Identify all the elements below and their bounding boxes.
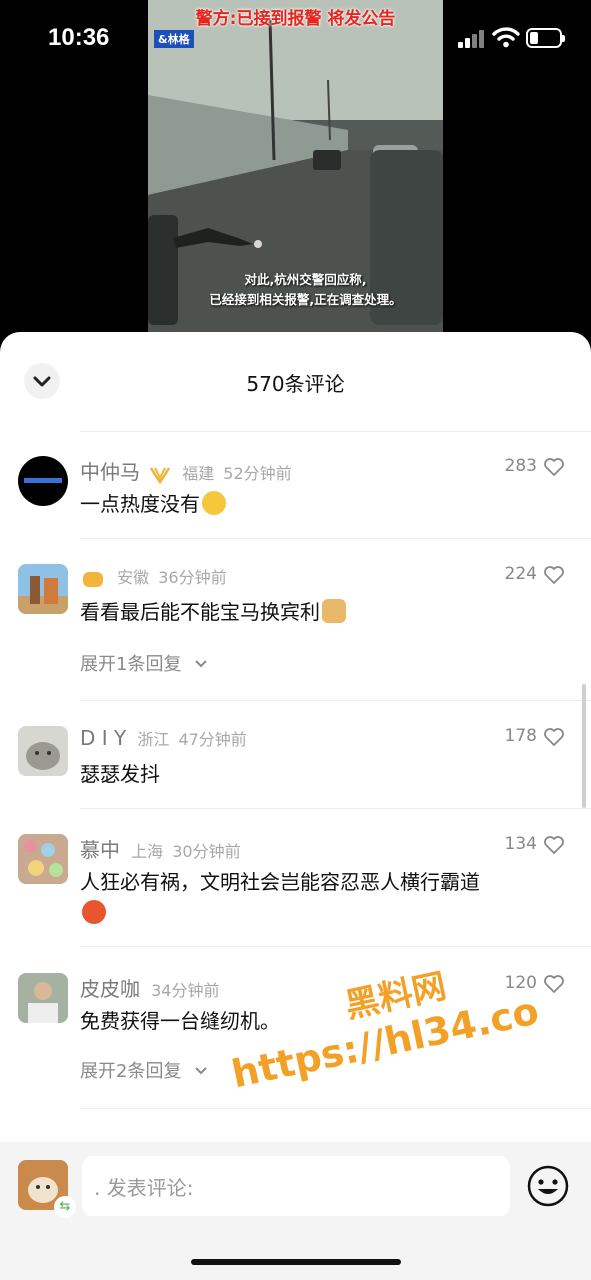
comment-text: 瑟瑟发抖 xyxy=(80,762,160,786)
avatar[interactable] xyxy=(18,726,68,776)
comment-username[interactable]: 慕中 xyxy=(80,838,120,862)
comment-sheet: 570条评论 中仲马 福建 52分钟前 283 一点热度没有 安徽 36分钟前 … xyxy=(0,332,591,1280)
expand-replies-button[interactable]: 展开2条回复 xyxy=(80,1057,209,1083)
comment-meta: D I Y 浙江 47分钟前 xyxy=(80,726,247,750)
like-count: 224 xyxy=(504,564,537,584)
comment-location: 福建 xyxy=(182,464,215,483)
comment-count-title: 570条评论 xyxy=(246,372,345,396)
comment-time: 52分钟前 xyxy=(223,464,292,483)
avatar[interactable] xyxy=(18,834,68,884)
expand-replies-button[interactable]: 展开1条回复 xyxy=(80,650,209,676)
divider xyxy=(80,808,591,809)
vip-badge-icon xyxy=(150,466,171,484)
comment-username[interactable]: 中仲马 xyxy=(80,460,140,484)
comment-input-bar: ⇆ . 发表评论: xyxy=(0,1142,591,1280)
comment-time: 36分钟前 xyxy=(158,568,227,587)
wifi-icon xyxy=(492,27,520,48)
comment-username[interactable]: 皮皮咖 xyxy=(80,977,140,1001)
emoji-button-icon[interactable] xyxy=(526,1164,570,1208)
comment-time: 30分钟前 xyxy=(172,842,241,861)
divider xyxy=(80,538,591,539)
divider xyxy=(80,1108,591,1109)
laugh-emoji-icon xyxy=(202,491,226,515)
dog-emoji-icon xyxy=(322,599,346,623)
video-subtitle-line2: 已经接到相关报警,正在调查处理。 xyxy=(209,292,402,307)
angry-emoji-icon xyxy=(82,900,106,924)
avatar[interactable] xyxy=(18,456,68,506)
heart-icon[interactable] xyxy=(543,457,565,477)
heart-icon[interactable] xyxy=(543,974,565,994)
heart-icon[interactable] xyxy=(543,565,565,585)
comment-time: 34分钟前 xyxy=(151,981,220,1000)
avatar[interactable] xyxy=(18,564,68,614)
video-subtitle-line1: 对此,杭州交警回应称, xyxy=(244,272,367,287)
comment-location: 浙江 xyxy=(137,730,170,749)
divider xyxy=(80,431,591,432)
chevron-down-icon xyxy=(195,1067,207,1075)
cellular-signal-icon xyxy=(458,30,486,48)
comment-meta: 安徽 36分钟前 xyxy=(80,564,227,590)
chevron-down-icon xyxy=(195,660,207,668)
comment-time: 47分钟前 xyxy=(178,730,247,749)
comment-meta: 皮皮咖 34分钟前 xyxy=(80,973,219,1002)
comment-meta: 中仲马 福建 52分钟前 xyxy=(80,456,292,485)
heart-icon[interactable] xyxy=(543,835,565,855)
fist-emoji-icon xyxy=(83,571,103,587)
battery-icon xyxy=(526,28,565,48)
home-indicator xyxy=(191,1259,401,1265)
status-time: 10:36 xyxy=(48,24,110,51)
comment-location: 上海 xyxy=(131,842,164,861)
heart-icon[interactable] xyxy=(543,727,565,747)
comment-input[interactable]: . 发表评论: xyxy=(82,1156,510,1216)
sheet-header: 570条评论 xyxy=(0,332,591,430)
comment-text-row: 一点热度没有 xyxy=(80,488,226,520)
comment-username[interactable]: D I Y xyxy=(80,726,126,750)
avatar[interactable] xyxy=(18,973,68,1023)
comment-text: 人狂必有祸，文明社会岂能容忍恶人横行霸道 xyxy=(80,870,480,894)
like-count: 178 xyxy=(504,726,537,746)
watermark: 黑料网 https://hl34.co xyxy=(214,940,546,1097)
like-count: 283 xyxy=(504,456,537,476)
divider xyxy=(80,700,591,701)
comment-meta: 慕中 上海 30分钟前 xyxy=(80,834,241,863)
status-bar: 10:36 xyxy=(0,0,591,80)
comment-text: 看看最后能不能宝马换宾利 xyxy=(80,600,320,624)
expand-replies-label: 展开2条回复 xyxy=(80,1061,182,1082)
comment-text: 一点热度没有 xyxy=(80,492,200,516)
expand-replies-label: 展开1条回复 xyxy=(80,654,182,675)
like-count: 134 xyxy=(504,834,537,854)
swap-icon[interactable]: ⇆ xyxy=(54,1196,76,1218)
comment-text-row: 看看最后能不能宝马换宾利 xyxy=(80,596,346,628)
scrollbar[interactable] xyxy=(582,684,586,808)
comment-location: 安徽 xyxy=(117,568,150,587)
